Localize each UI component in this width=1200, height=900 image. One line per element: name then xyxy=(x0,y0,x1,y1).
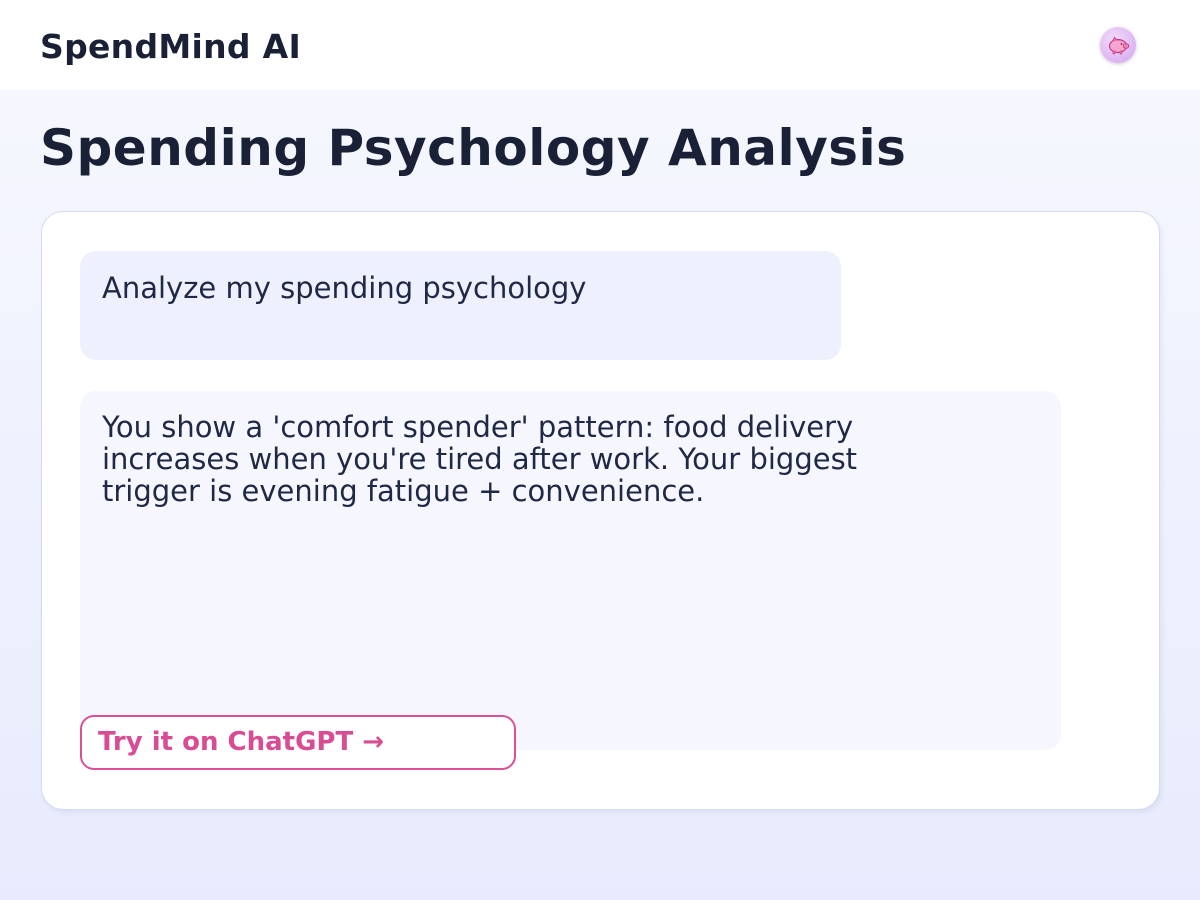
page-title: Spending Psychology Analysis xyxy=(40,119,907,177)
ai-response-text: You show a 'comfort spender' pattern: fo… xyxy=(102,410,858,508)
user-message-bubble: Analyze my spending psychology xyxy=(80,251,841,360)
top-bar: SpendMind AI xyxy=(0,0,1200,90)
avatar[interactable] xyxy=(1100,27,1136,63)
try-chatgpt-button[interactable]: Try it on ChatGPT → xyxy=(80,715,516,770)
piggy-bank-icon xyxy=(1108,36,1130,55)
ai-response-bubble: You show a 'comfort spender' pattern: fo… xyxy=(80,391,1061,750)
user-message-text: Analyze my spending psychology xyxy=(102,271,587,305)
app-title: SpendMind AI xyxy=(40,27,302,66)
